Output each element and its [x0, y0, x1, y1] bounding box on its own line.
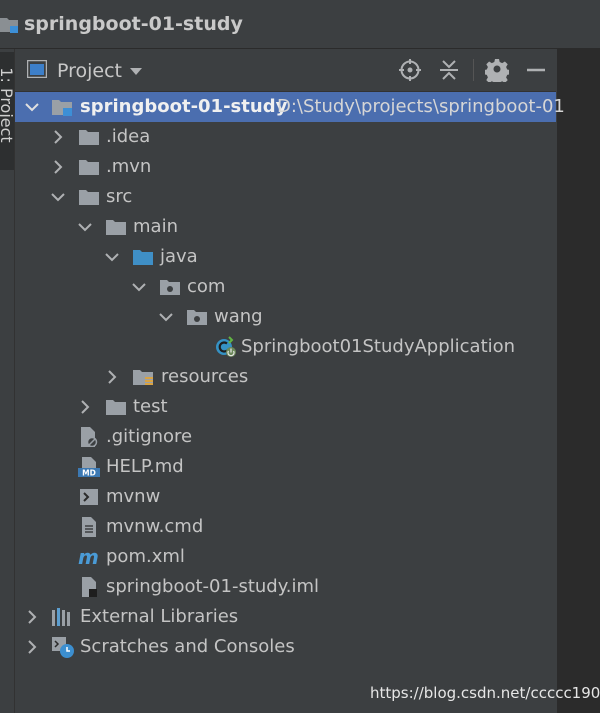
tree-label: mvnw [106, 486, 161, 507]
source-folder-icon [133, 250, 153, 265]
title-bar: springboot-01-study [0, 0, 600, 49]
project-view-selector[interactable]: Project [57, 60, 122, 82]
tree-item-wang[interactable]: wang [15, 302, 556, 332]
scratches-icon [52, 637, 74, 658]
chevron-down-icon[interactable] [78, 220, 92, 234]
tree-label: mvnw.cmd [106, 516, 204, 537]
chevron-down-icon[interactable] [51, 190, 65, 204]
chevron-down-icon[interactable] [129, 67, 143, 76]
project-tool-tab-label: 1: Project [0, 67, 16, 143]
tree-item-mvnw-cmd[interactable]: mvnw.cmd [15, 512, 556, 542]
tree-item-com[interactable]: com [15, 272, 556, 302]
toolbar-divider [473, 59, 474, 81]
tree-label: wang [214, 306, 263, 327]
tree-item-pom[interactable]: m pom.xml [15, 542, 556, 572]
chevron-right-icon[interactable] [25, 640, 39, 654]
watermark-text: https://blog.csdn.net/ccccc1900 [370, 684, 600, 702]
tree-item-src[interactable]: src [15, 182, 556, 212]
spring-boot-class-icon [216, 336, 236, 357]
module-folder-icon [0, 18, 18, 33]
tree-label: .idea [106, 126, 151, 147]
chevron-right-icon[interactable] [51, 130, 65, 144]
folder-icon [79, 160, 99, 175]
svg-text:MD: MD [82, 469, 96, 478]
tree-item-gitignore[interactable]: .gitignore [15, 422, 556, 452]
project-tool-tab[interactable]: 1: Project [0, 52, 16, 170]
tree-label: .gitignore [106, 426, 193, 447]
tree-label: java [160, 246, 198, 267]
tree-item-resources[interactable]: resources [15, 362, 556, 392]
module-file-icon [82, 577, 97, 597]
text-file-icon [82, 517, 96, 537]
tree-label: com [187, 276, 226, 297]
package-icon [187, 310, 207, 325]
tree-item-mvnw[interactable]: mvnw [15, 482, 556, 512]
chevron-right-icon[interactable] [78, 400, 92, 414]
tree-item-external-libraries[interactable]: External Libraries [15, 602, 556, 632]
tree-label: .mvn [106, 156, 152, 177]
folder-icon [79, 130, 99, 145]
package-icon [160, 280, 180, 295]
tree-label: External Libraries [80, 606, 239, 627]
chevron-down-icon[interactable] [132, 280, 146, 294]
gear-icon[interactable] [485, 58, 509, 82]
root-module-path: D:\Study\projects\springboot-01 [277, 96, 565, 117]
editor-area [557, 49, 600, 713]
tree-label: pom.xml [106, 546, 185, 567]
tree-label: springboot-01-study.iml [106, 576, 320, 597]
tree-label: Scratches and Consoles [80, 636, 295, 657]
tree-label: resources [161, 366, 249, 387]
tree-item-test[interactable]: test [15, 392, 556, 422]
resources-folder-icon [133, 370, 153, 385]
library-icon [52, 608, 70, 626]
tree-item-scratches[interactable]: Scratches and Consoles [15, 632, 556, 662]
chevron-down-icon[interactable] [105, 250, 119, 264]
project-panel: Project springboot-01-study D:\Study\pro… [15, 49, 565, 713]
tree-item-idea[interactable]: .idea [15, 122, 556, 152]
chevron-right-icon[interactable] [51, 160, 65, 174]
locate-target-icon[interactable] [398, 58, 422, 82]
tree-label: src [106, 186, 133, 207]
minimize-icon[interactable] [524, 58, 548, 82]
tree-item-application-class[interactable]: Springboot01StudyApplication [15, 332, 556, 362]
project-panel-header: Project [15, 49, 556, 92]
ignored-file-icon [81, 427, 98, 447]
maven-icon: m [78, 547, 99, 567]
tree-item-java[interactable]: java [15, 242, 556, 272]
folder-icon [106, 400, 126, 415]
markdown-file-icon: MD [78, 457, 100, 477]
collapse-all-icon[interactable] [437, 58, 461, 82]
folder-icon [106, 220, 126, 235]
window-title: springboot-01-study [24, 13, 243, 35]
shell-script-icon [80, 489, 98, 505]
chevron-right-icon[interactable] [105, 370, 119, 384]
root-module-name: springboot-01-study [80, 96, 288, 117]
chevron-down-icon[interactable] [159, 310, 173, 324]
tree-label: main [133, 216, 178, 237]
tree-item-help-md[interactable]: MD HELP.md [15, 452, 556, 482]
tree-item-iml[interactable]: springboot-01-study.iml [15, 572, 556, 602]
svg-text:m: m [78, 547, 99, 567]
tree-item-mvn[interactable]: .mvn [15, 152, 556, 182]
chevron-right-icon[interactable] [25, 610, 39, 624]
tree-label: Springboot01StudyApplication [241, 336, 516, 357]
tree-item-main[interactable]: main [15, 212, 556, 242]
tree-label: HELP.md [106, 456, 184, 477]
folder-icon [79, 190, 99, 205]
chevron-down-icon[interactable] [25, 100, 39, 114]
tree-item-root-module[interactable]: springboot-01-study D:\Study\projects\sp… [15, 92, 565, 122]
tree-label: test [133, 396, 168, 417]
project-view-icon [27, 60, 47, 78]
module-folder-icon [52, 100, 72, 116]
